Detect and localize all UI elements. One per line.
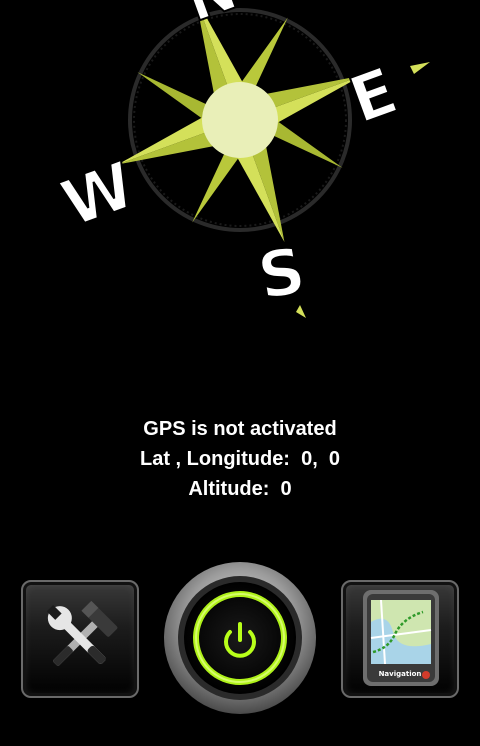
navigation-label: Navigation bbox=[378, 670, 422, 678]
gps-status-panel: GPS is not activated Lat , Longitude: 0,… bbox=[0, 414, 480, 504]
gps-power-button[interactable] bbox=[162, 560, 318, 716]
navigation-button[interactable]: Navigation bbox=[341, 580, 459, 698]
hammer-wrench-icon bbox=[46, 600, 118, 666]
lat-long-readout: Lat , Longitude: 0, 0 bbox=[140, 448, 340, 470]
altitude-readout: Altitude: 0 bbox=[188, 478, 292, 500]
compass-tip-e bbox=[410, 62, 430, 74]
bottom-toolbar: Navigation bbox=[0, 560, 480, 714]
compass-rose: N E S W bbox=[0, 0, 480, 330]
gps-status-message: GPS is not activated bbox=[143, 418, 337, 440]
power-icon bbox=[164, 562, 316, 714]
compass-center bbox=[202, 82, 278, 158]
settings-button[interactable] bbox=[21, 580, 139, 698]
compass-south-label: S bbox=[253, 234, 311, 315]
compass-north-label: N bbox=[177, 0, 246, 35]
compass-west-label: W bbox=[53, 149, 145, 243]
map-icon bbox=[363, 590, 439, 686]
